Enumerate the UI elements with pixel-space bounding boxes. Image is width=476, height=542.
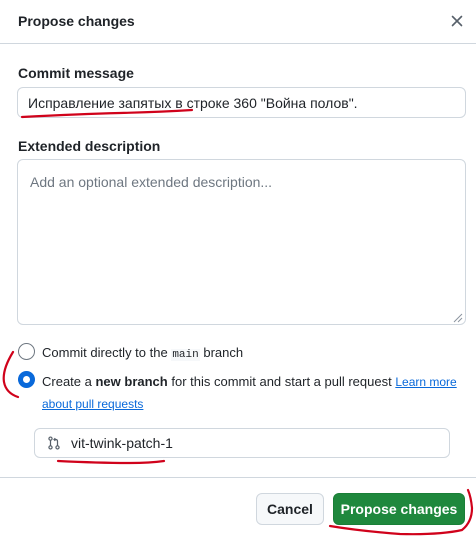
underline-branch-name — [56, 459, 166, 465]
new-branch-suffix: for this commit and start a pull request — [167, 374, 396, 389]
git-pull-request-icon — [47, 435, 63, 451]
new-branch-option[interactable]: Create a new branch for this commit and … — [42, 371, 462, 415]
extended-description-label: Extended description — [18, 138, 161, 154]
commit-directly-suffix: branch — [199, 345, 244, 360]
commit-directly-option[interactable]: Commit directly to the main branch — [42, 342, 243, 366]
dialog-header: Propose changes — [0, 0, 476, 44]
bracket-new-branch-option — [2, 350, 20, 399]
branch-name-text: vit-twink-patch-1 — [71, 435, 173, 451]
cancel-button[interactable]: Cancel — [256, 493, 324, 525]
commit-directly-prefix: Commit directly to the — [42, 345, 172, 360]
new-branch-prefix: Create a — [42, 374, 96, 389]
commit-message-label: Commit message — [18, 65, 134, 81]
commit-directly-radio[interactable] — [18, 343, 35, 360]
extended-description-textarea[interactable] — [17, 159, 466, 325]
propose-changes-button[interactable]: Propose changes — [333, 493, 465, 525]
propose-changes-dialog: Propose changes Commit message Extended … — [0, 0, 476, 542]
resize-grip-icon[interactable] — [451, 311, 463, 323]
dialog-title: Propose changes — [18, 13, 135, 29]
main-branch-code: main — [171, 349, 200, 361]
footer-divider — [0, 477, 476, 478]
new-branch-radio[interactable] — [18, 371, 35, 388]
commit-message-input[interactable] — [17, 87, 466, 118]
new-branch-bold: new branch — [95, 374, 168, 389]
close-icon[interactable] — [446, 10, 468, 32]
branch-name-field[interactable]: vit-twink-patch-1 — [34, 428, 450, 458]
